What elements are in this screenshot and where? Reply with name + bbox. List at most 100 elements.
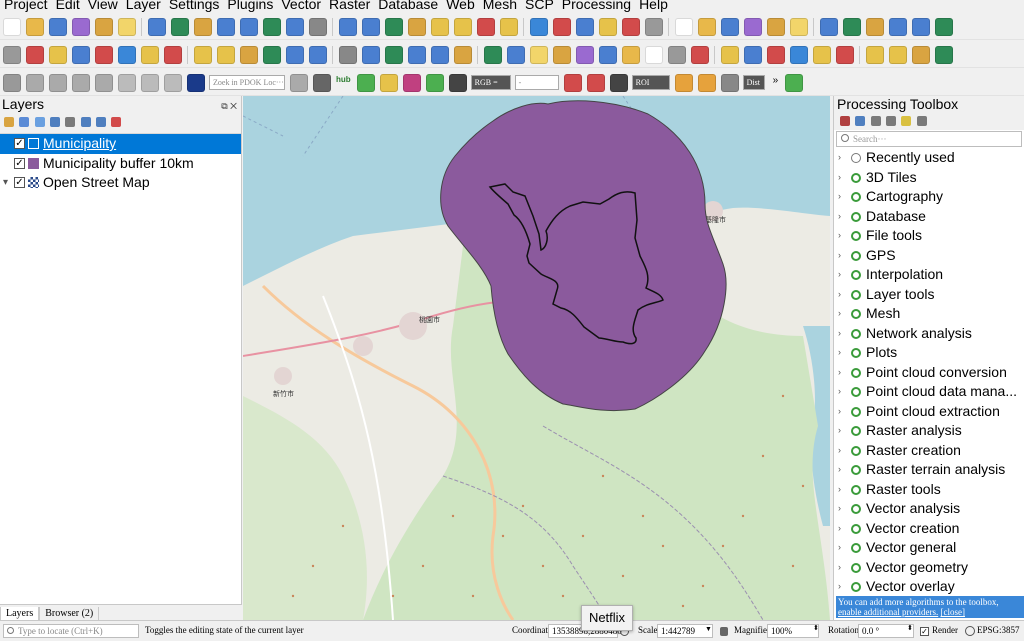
enable-providers-link[interactable]: enable additional providers.	[838, 607, 938, 617]
expand-arrow-icon[interactable]: ▾	[3, 173, 8, 192]
tb1-tool-icon-34[interactable]	[790, 18, 808, 36]
layer-item[interactable]: ✓ Municipality	[0, 134, 241, 154]
models-icon[interactable]	[840, 116, 850, 126]
expand-arrow-icon[interactable]: ›	[838, 304, 841, 323]
clear-locator-icon[interactable]	[290, 74, 308, 92]
toolbox-group-item[interactable]: › Raster analysis	[834, 421, 1024, 441]
toolbox-group-item[interactable]: › Point cloud conversion	[834, 363, 1024, 383]
expand-arrow-icon[interactable]: ›	[838, 382, 841, 401]
tb1-tool-icon-39[interactable]	[912, 18, 930, 36]
tb1-tool-icon-3[interactable]	[49, 18, 67, 36]
tb2-tool-icon-6[interactable]	[118, 46, 136, 64]
expand-arrow-icon[interactable]: ›	[838, 519, 841, 538]
tb1-tool-icon-31[interactable]	[721, 18, 739, 36]
tb1-tool-icon-6[interactable]	[118, 18, 136, 36]
tb2-tool-icon-14[interactable]	[309, 46, 327, 64]
tb2-tool-icon-30[interactable]	[691, 46, 709, 64]
toolbox-group-item[interactable]: › Layer tools	[834, 285, 1024, 305]
tb2-tool-icon-38[interactable]	[889, 46, 907, 64]
toolbox-group-item[interactable]: › Raster creation	[834, 441, 1024, 461]
menu-edit[interactable]: Edit	[56, 0, 80, 11]
tb2-tool-icon-15[interactable]	[339, 46, 357, 64]
menu-raster[interactable]: Raster	[329, 0, 370, 11]
edit-features-icon[interactable]	[901, 116, 912, 126]
toolbox-group-item[interactable]: › Recently used	[834, 148, 1024, 168]
tb2-tool-icon-27[interactable]	[622, 46, 640, 64]
tb1-tool-icon-14[interactable]	[309, 18, 327, 36]
tb2-tool-icon-31[interactable]	[721, 46, 739, 64]
filter-legend-icon[interactable]	[65, 117, 76, 127]
tb1-tool-icon-18[interactable]	[408, 18, 426, 36]
tb1-tool-icon-16[interactable]	[362, 18, 380, 36]
tb2-tool-icon-24[interactable]	[553, 46, 571, 64]
tb2-tool-icon-18[interactable]	[408, 46, 426, 64]
magnifier-spin-icon[interactable]: ⬍	[813, 624, 819, 632]
scp-redo-icon[interactable]	[720, 74, 739, 92]
tb1-tool-icon-27[interactable]	[622, 18, 640, 36]
tb1-tool-icon-7[interactable]	[148, 18, 166, 36]
tb1-tool-icon-32[interactable]	[744, 18, 762, 36]
add-group-icon[interactable]	[19, 117, 30, 127]
scp-tool-icon-2[interactable]	[379, 74, 398, 92]
tb1-tool-icon-17[interactable]	[385, 18, 403, 36]
expand-arrow-icon[interactable]: ›	[838, 324, 841, 343]
tb1-tool-icon-22[interactable]	[500, 18, 518, 36]
expand-arrow-icon[interactable]: ›	[838, 226, 841, 245]
magnifier-field[interactable]: 100%	[767, 624, 819, 638]
tb1-tool-icon-4[interactable]	[72, 18, 90, 36]
pdok-locator-input[interactable]: Zoek in PDOK Loc···	[209, 75, 285, 90]
tb1-tool-icon-37[interactable]	[866, 18, 884, 36]
expand-arrow-icon[interactable]: ›	[838, 187, 841, 206]
tb2-tool-icon-37[interactable]	[866, 46, 884, 64]
rotation-spin-icon[interactable]: ⬍	[907, 624, 913, 632]
toolbox-group-item[interactable]: › File tools	[834, 226, 1024, 246]
layer-item[interactable]: ✓ Municipality buffer 10km	[0, 154, 241, 174]
layer-visibility-checkbox[interactable]: ✓	[14, 177, 25, 188]
roi-label[interactable]: ROI	[631, 75, 670, 90]
crs-label[interactable]: EPSG:3857	[977, 625, 1020, 635]
locator-input[interactable]: Type to locate (Ctrl+K)	[3, 624, 139, 638]
expand-arrow-icon[interactable]: ›	[838, 499, 841, 518]
toolbox-group-item[interactable]: › Vector overlay	[834, 577, 1024, 597]
menu-plugins[interactable]: Plugins	[227, 0, 273, 11]
collapse-all-icon[interactable]	[96, 117, 107, 127]
tb1-tool-icon-19[interactable]	[431, 18, 449, 36]
tb1-tool-icon-23[interactable]	[530, 18, 548, 36]
tb1-tool-icon-9[interactable]	[194, 18, 212, 36]
tb2-tool-icon-16[interactable]	[362, 46, 380, 64]
tb2-tool-icon-9[interactable]	[194, 46, 212, 64]
menu-help[interactable]: Help	[639, 0, 668, 11]
map-canvas[interactable]: 桃園市 基隆市 新竹市	[243, 96, 830, 620]
expand-arrow-icon[interactable]: ›	[838, 558, 841, 577]
toolbox-group-item[interactable]: › 3D Tiles	[834, 168, 1024, 188]
tb1-tool-icon-8[interactable]	[171, 18, 189, 36]
menu-settings[interactable]: Settings	[169, 0, 220, 11]
toolbox-group-item[interactable]: › Mesh	[834, 304, 1024, 324]
expand-arrow-icon[interactable]: ›	[838, 480, 841, 499]
scp-spectral-icon-2[interactable]	[586, 74, 605, 92]
share-icon[interactable]	[785, 74, 804, 92]
toolbox-group-item[interactable]: › Vector geometry	[834, 558, 1024, 578]
toolbox-group-item[interactable]: › Cartography	[834, 187, 1024, 207]
tb1-tool-icon-35[interactable]	[820, 18, 838, 36]
tb1-tool-icon-29[interactable]	[675, 18, 693, 36]
tb1-tool-icon-40[interactable]	[935, 18, 953, 36]
menu-vector[interactable]: Vector	[281, 0, 321, 11]
tb2-tool-icon-2[interactable]	[26, 46, 44, 64]
tb2-tool-icon-4[interactable]	[72, 46, 90, 64]
tb2-tool-icon-36[interactable]	[836, 46, 854, 64]
tb1-tool-icon-5[interactable]	[95, 18, 113, 36]
tb1-tool-icon-15[interactable]	[339, 18, 357, 36]
tb1-tool-icon-1[interactable]	[3, 18, 21, 36]
expand-arrow-icon[interactable]: ›	[838, 265, 841, 284]
toolbox-group-item[interactable]: › Raster tools	[834, 480, 1024, 500]
toolbox-group-item[interactable]: › Point cloud extraction	[834, 402, 1024, 422]
style-icon[interactable]	[4, 117, 14, 127]
toolbox-search-input[interactable]: Search···	[836, 131, 1022, 147]
menu-mesh[interactable]: Mesh	[483, 0, 517, 11]
scp-band-icon[interactable]	[425, 74, 444, 92]
measure-tool-icon-1[interactable]	[118, 74, 136, 92]
panel-float-close-icon[interactable]: ⧉ ✕	[221, 98, 237, 114]
tb1-tool-icon-33[interactable]	[767, 18, 785, 36]
dist-label[interactable]: Dist	[742, 75, 765, 90]
